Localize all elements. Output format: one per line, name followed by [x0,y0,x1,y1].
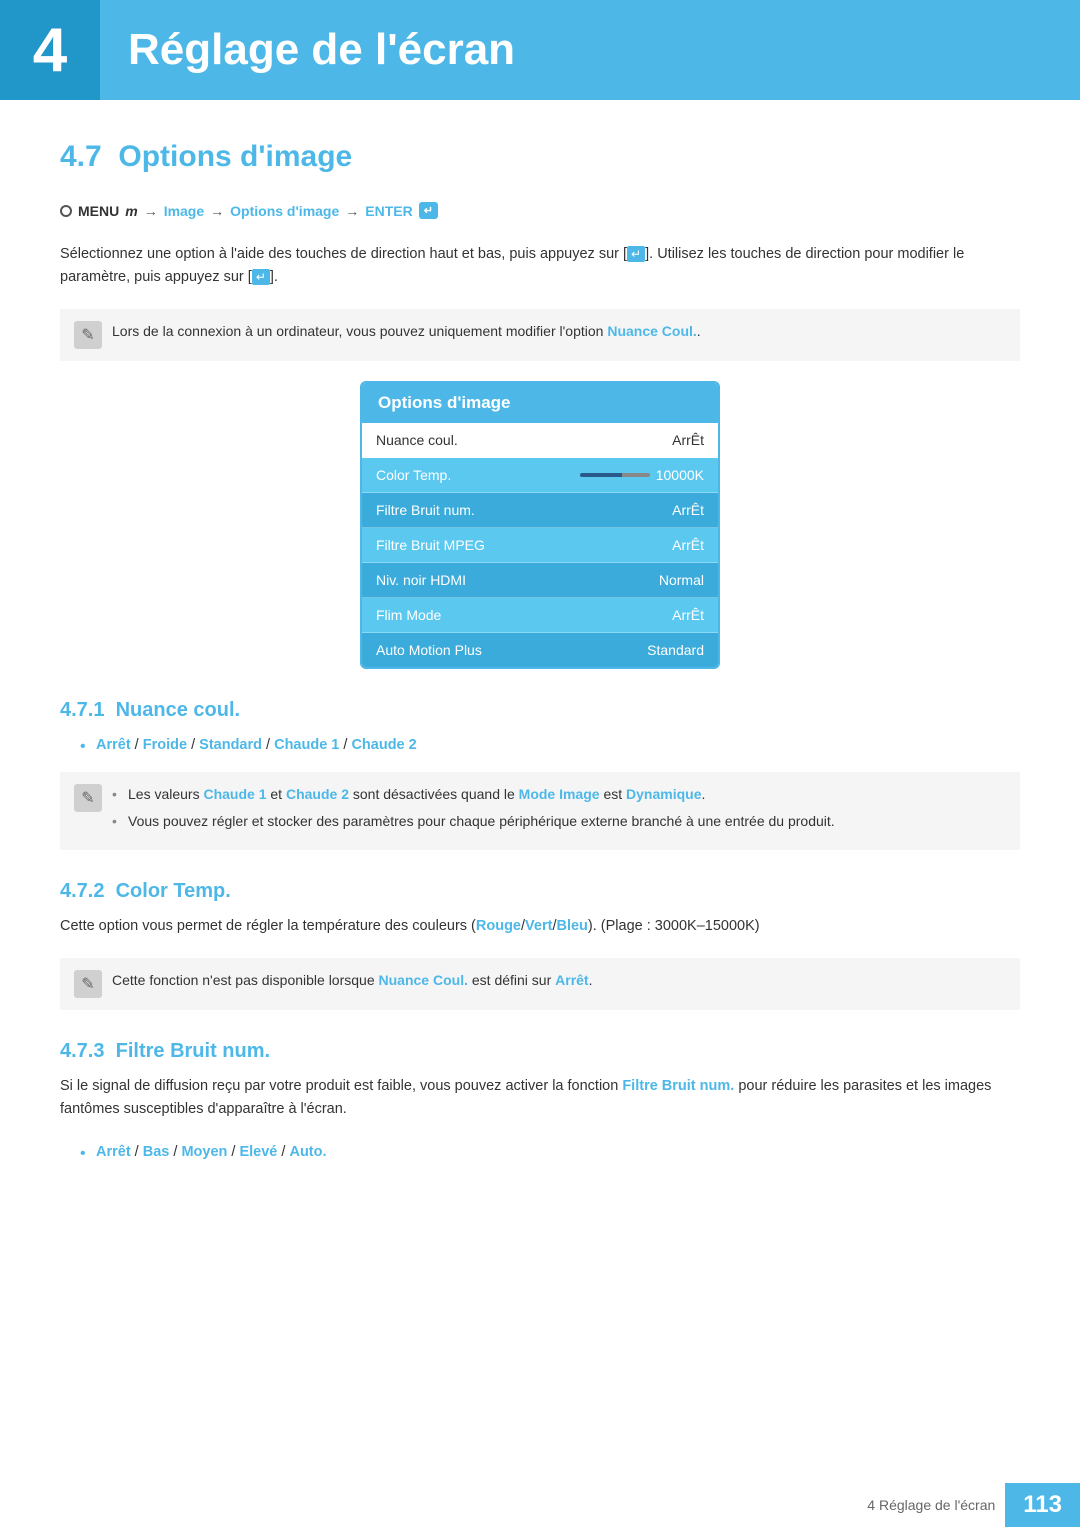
menu-row-niv-noir-hdmi[interactable]: Niv. noir HDMI Normal [362,563,718,598]
subsection-472-title: 4.7.2 Color Temp. [60,880,1020,903]
image-link: Image [164,203,204,219]
color-temp-number: 10000K [656,467,704,483]
filtre-bruit-num-label: Filtre Bruit num. [376,502,475,518]
menu-row-filtre-bruit-num[interactable]: Filtre Bruit num. ArrÊt [362,493,718,528]
note-symbol-3: ✎ [81,974,94,994]
footer-text: 4 Réglage de l'écran [867,1497,1005,1513]
note-bullet-2: Vous pouvez régler et stocker des paramè… [112,811,835,832]
options-menu-header: Options d'image [362,383,718,423]
note-text-connection: Lors de la connexion à un ordinateur, vo… [112,321,701,342]
note-bullet-1: Les valeurs Chaude 1 et Chaude 2 sont dé… [112,784,835,805]
intro-text: Sélectionnez une option à l'aide des tou… [60,243,1020,289]
options-menu: Options d'image Nuance coul. ArrÊt Color… [360,381,720,669]
color-temp-value: 10000K [580,467,704,483]
color-temp-description: Cette option vous permet de régler la te… [60,915,1020,938]
options-menu-container: Options d'image Nuance coul. ArrÊt Color… [60,381,1020,669]
note-icon: ✎ [74,321,102,349]
menu-m: m [125,203,137,219]
note-symbol: ✎ [81,325,94,345]
auto-motion-plus-value: Standard [647,642,704,658]
menu-path-circle-icon [60,205,72,217]
nuance-coul-options-item: Arrêt / Froide / Standard / Chaude 1 / C… [80,734,1020,757]
chapter-title: Réglage de l'écran [100,25,515,75]
note-text-color-temp: Cette fonction n'est pas disponible lors… [112,970,593,991]
menu-row-nuance-coul[interactable]: Nuance coul. ArrÊt [362,423,718,458]
nuance-coul-options: Arrêt / Froide / Standard / Chaude 1 / C… [60,734,1020,757]
menu-row-auto-motion-plus[interactable]: Auto Motion Plus Standard [362,633,718,667]
main-content: 4.7 Options d'image MENU m → Image → Opt… [0,140,1080,1258]
menu-row-filtre-bruit-mpeg[interactable]: Filtre Bruit MPEG ArrÊt [362,528,718,563]
enter-icon: ↵ [419,202,438,219]
color-temp-label: Color Temp. [376,467,451,483]
note-text-nuance-coul: Les valeurs Chaude 1 et Chaude 2 sont dé… [112,784,835,838]
note-box-nuance-coul: ✎ Les valeurs Chaude 1 et Chaude 2 sont … [60,772,1020,850]
flim-mode-label: Flim Mode [376,607,441,623]
options-link: Options d'image [230,203,339,219]
filtre-bruit-mpeg-value: ArrÊt [672,537,704,553]
note-box-connection: ✎ Lors de la connexion à un ordinateur, … [60,309,1020,361]
arrow-2: → [210,203,224,219]
chapter-number: 4 [0,0,100,100]
filtre-bruit-mpeg-label: Filtre Bruit MPEG [376,537,485,553]
menu-row-flim-mode[interactable]: Flim Mode ArrÊt [362,598,718,633]
nuance-coul-value: ArrÊt [672,432,704,448]
filtre-bruit-options: Arrêt / Bas / Moyen / Elevé / Auto. [60,1141,1020,1164]
note-icon-2: ✎ [74,784,102,812]
niv-noir-hdmi-value: Normal [659,572,704,588]
footer: 4 Réglage de l'écran 113 [867,1483,1080,1527]
note-symbol-2: ✎ [81,788,94,808]
note-box-color-temp: ✎ Cette fonction n'est pas disponible lo… [60,958,1020,1010]
filtre-bruit-options-item: Arrêt / Bas / Moyen / Elevé / Auto. [80,1141,1020,1164]
header-banner: 4 Réglage de l'écran [0,0,1080,100]
nuance-coul-label: Nuance coul. [376,432,458,448]
footer-page-number: 113 [1005,1483,1080,1527]
arrow-3: → [345,203,359,219]
note-bullets: Les valeurs Chaude 1 et Chaude 2 sont dé… [112,784,835,832]
filtre-bruit-description: Si le signal de diffusion reçu par votre… [60,1075,1020,1121]
flim-mode-value: ArrÊt [672,607,704,623]
color-temp-slider-bar [580,473,650,477]
note-icon-3: ✎ [74,970,102,998]
subsection-473-title: 4.7.3 Filtre Bruit num. [60,1040,1020,1063]
menu-row-color-temp[interactable]: Color Temp. 10000K [362,458,718,493]
arrow-1: → [144,203,158,219]
filtre-bruit-num-value: ArrÊt [672,502,704,518]
auto-motion-plus-label: Auto Motion Plus [376,642,482,658]
section-title: 4.7 Options d'image [60,140,1020,174]
subsection-471-title: 4.7.1 Nuance coul. [60,699,1020,722]
niv-noir-hdmi-label: Niv. noir HDMI [376,572,466,588]
enter-label: ENTER [365,203,412,219]
menu-label: MENU [78,203,119,219]
menu-path: MENU m → Image → Options d'image → ENTER… [60,202,1020,219]
